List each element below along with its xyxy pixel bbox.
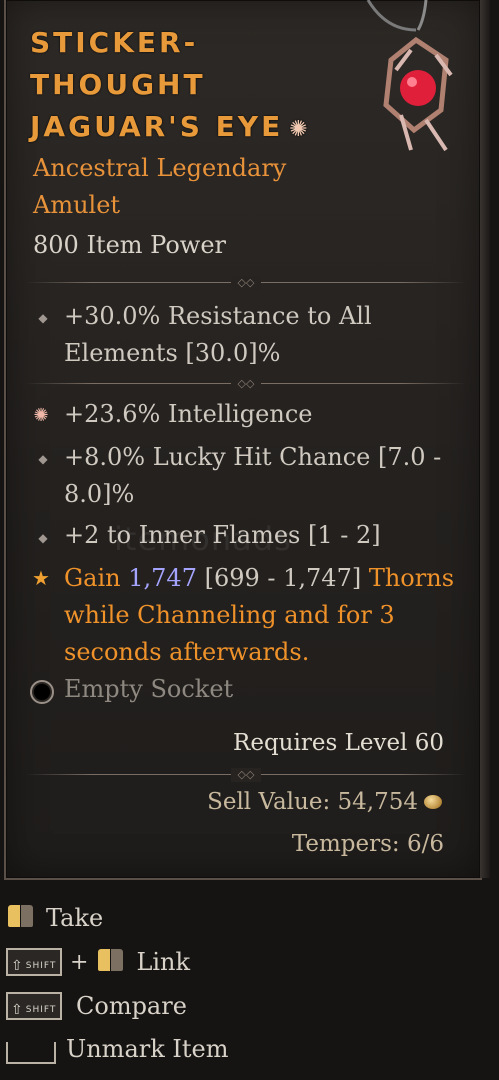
link-control[interactable]: ⇧ SHIFT + Link	[6, 942, 190, 982]
implicit-line-1: +30.0% Resistance to All	[64, 302, 372, 330]
affix-row: +8.0% Lucky Hit Chance [7.0 - 8.0]%	[64, 439, 464, 513]
sell-value: Sell Value: 54,754	[207, 789, 418, 815]
unique-power-prefix: Gain	[64, 564, 129, 592]
shift-key-icon: ⇧ SHIFT	[6, 948, 62, 976]
amulet-icon	[366, 0, 453, 152]
item-name: STICKER- THOUGHT JAGUAR'S EYE ✺	[30, 22, 360, 151]
implicit-affix: +30.0% Resistance to All Elements [30.0]…	[64, 298, 464, 372]
take-label: Take	[46, 904, 104, 932]
implicit-bullet-icon: ◆	[38, 311, 48, 325]
item-tooltip: STICKER- THOUGHT JAGUAR'S EYE ✺ Ancestral…	[4, 0, 490, 880]
shift-key-icon: ⇧ SHIFT	[6, 992, 62, 1020]
legendary-aspect-icon: ✺	[289, 117, 311, 142]
affix-bullet-icon: ◆	[38, 452, 48, 466]
divider: ◇◇	[26, 377, 466, 391]
item-rarity: Ancestral Legendary	[33, 154, 287, 182]
unique-power-suffix: Thorns	[368, 564, 455, 592]
gold-coin-icon	[424, 795, 442, 809]
affix-line: +23.6% Intelligence	[64, 400, 313, 428]
space-key-icon	[6, 1042, 56, 1064]
item-type: Amulet	[33, 191, 121, 219]
item-name-line-1: STICKER-	[30, 26, 199, 59]
unmark-control[interactable]: Unmark Item	[6, 1029, 228, 1069]
item-power: 800 Item Power	[33, 231, 226, 259]
shift-key-label: SHIFT	[25, 1005, 57, 1015]
socket-icon	[30, 680, 54, 704]
compare-label: Compare	[76, 992, 187, 1020]
item-name-line-2: THOUGHT	[30, 68, 206, 101]
star-icon: ★	[32, 566, 50, 590]
link-label: Link	[136, 948, 191, 976]
divider: ◇◇	[26, 768, 466, 782]
unique-power-value: 1,747	[128, 564, 197, 592]
unique-power-range: [699 - 1,747]	[196, 564, 369, 592]
left-mouse-icon	[6, 903, 36, 933]
requires-level: Requires Level 60	[233, 730, 444, 756]
watermark: itemonads	[114, 520, 292, 558]
compare-control[interactable]: ⇧ SHIFT Compare	[6, 986, 187, 1026]
plus-sign: +	[70, 949, 89, 975]
unique-power: Gain 1,747 [699 - 1,747] Thorns while Ch…	[64, 560, 464, 671]
left-mouse-icon	[96, 947, 126, 977]
unmark-label: Unmark Item	[66, 1035, 229, 1063]
tempers: Tempers: 6/6	[291, 831, 444, 857]
affix-line: 8.0]%	[64, 480, 135, 508]
item-name-line-3: JAGUAR'S EYE	[30, 110, 284, 143]
affix-bullet-icon: ◆	[38, 531, 48, 545]
unique-power-line-2: while Channeling and for 3	[64, 601, 395, 629]
affix-row: +23.6% Intelligence	[64, 396, 464, 433]
take-control[interactable]: Take	[6, 898, 103, 938]
greater-affix-icon: ✺	[33, 404, 49, 426]
implicit-line-2: Elements [30.0]%	[64, 339, 281, 367]
divider: ◇◇	[26, 276, 466, 290]
socket-label: Empty Socket	[64, 675, 234, 703]
affix-line: +8.0% Lucky Hit Chance [7.0 -	[64, 443, 442, 471]
shift-key-label: SHIFT	[25, 961, 57, 971]
unique-power-line-3: seconds afterwards.	[64, 638, 310, 666]
